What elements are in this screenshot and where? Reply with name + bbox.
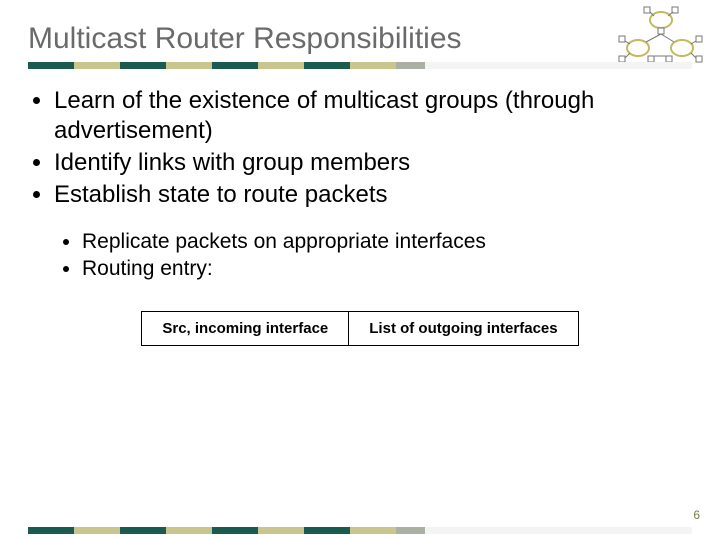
table-cell: Src, incoming interface [142,311,349,345]
routing-entry-table: Src, incoming interface List of outgoing… [141,311,578,346]
sub-bullet-item: Replicate packets on appropriate interfa… [82,228,692,255]
page-number: 6 [693,508,700,522]
bullet-item: Identify links with group members [54,148,692,178]
page-title: Multicast Router Responsibilities [28,22,462,56]
bullet-item: Establish state to route packets [54,180,692,210]
sub-bullet-item: Routing entry: [82,255,692,282]
routing-entry-table-wrap: Src, incoming interface List of outgoing… [28,311,692,346]
divider-stripe-top [28,62,692,69]
table-cell: List of outgoing interfaces [349,311,578,345]
divider-stripe-bottom [28,527,692,534]
network-diagram-icon [616,6,706,68]
bullet-list: Learn of the existence of multicast grou… [28,86,692,210]
bullet-item: Learn of the existence of multicast grou… [54,86,692,146]
sub-bullet-list: Replicate packets on appropriate interfa… [28,228,692,283]
slide-content: Learn of the existence of multicast grou… [28,86,692,346]
